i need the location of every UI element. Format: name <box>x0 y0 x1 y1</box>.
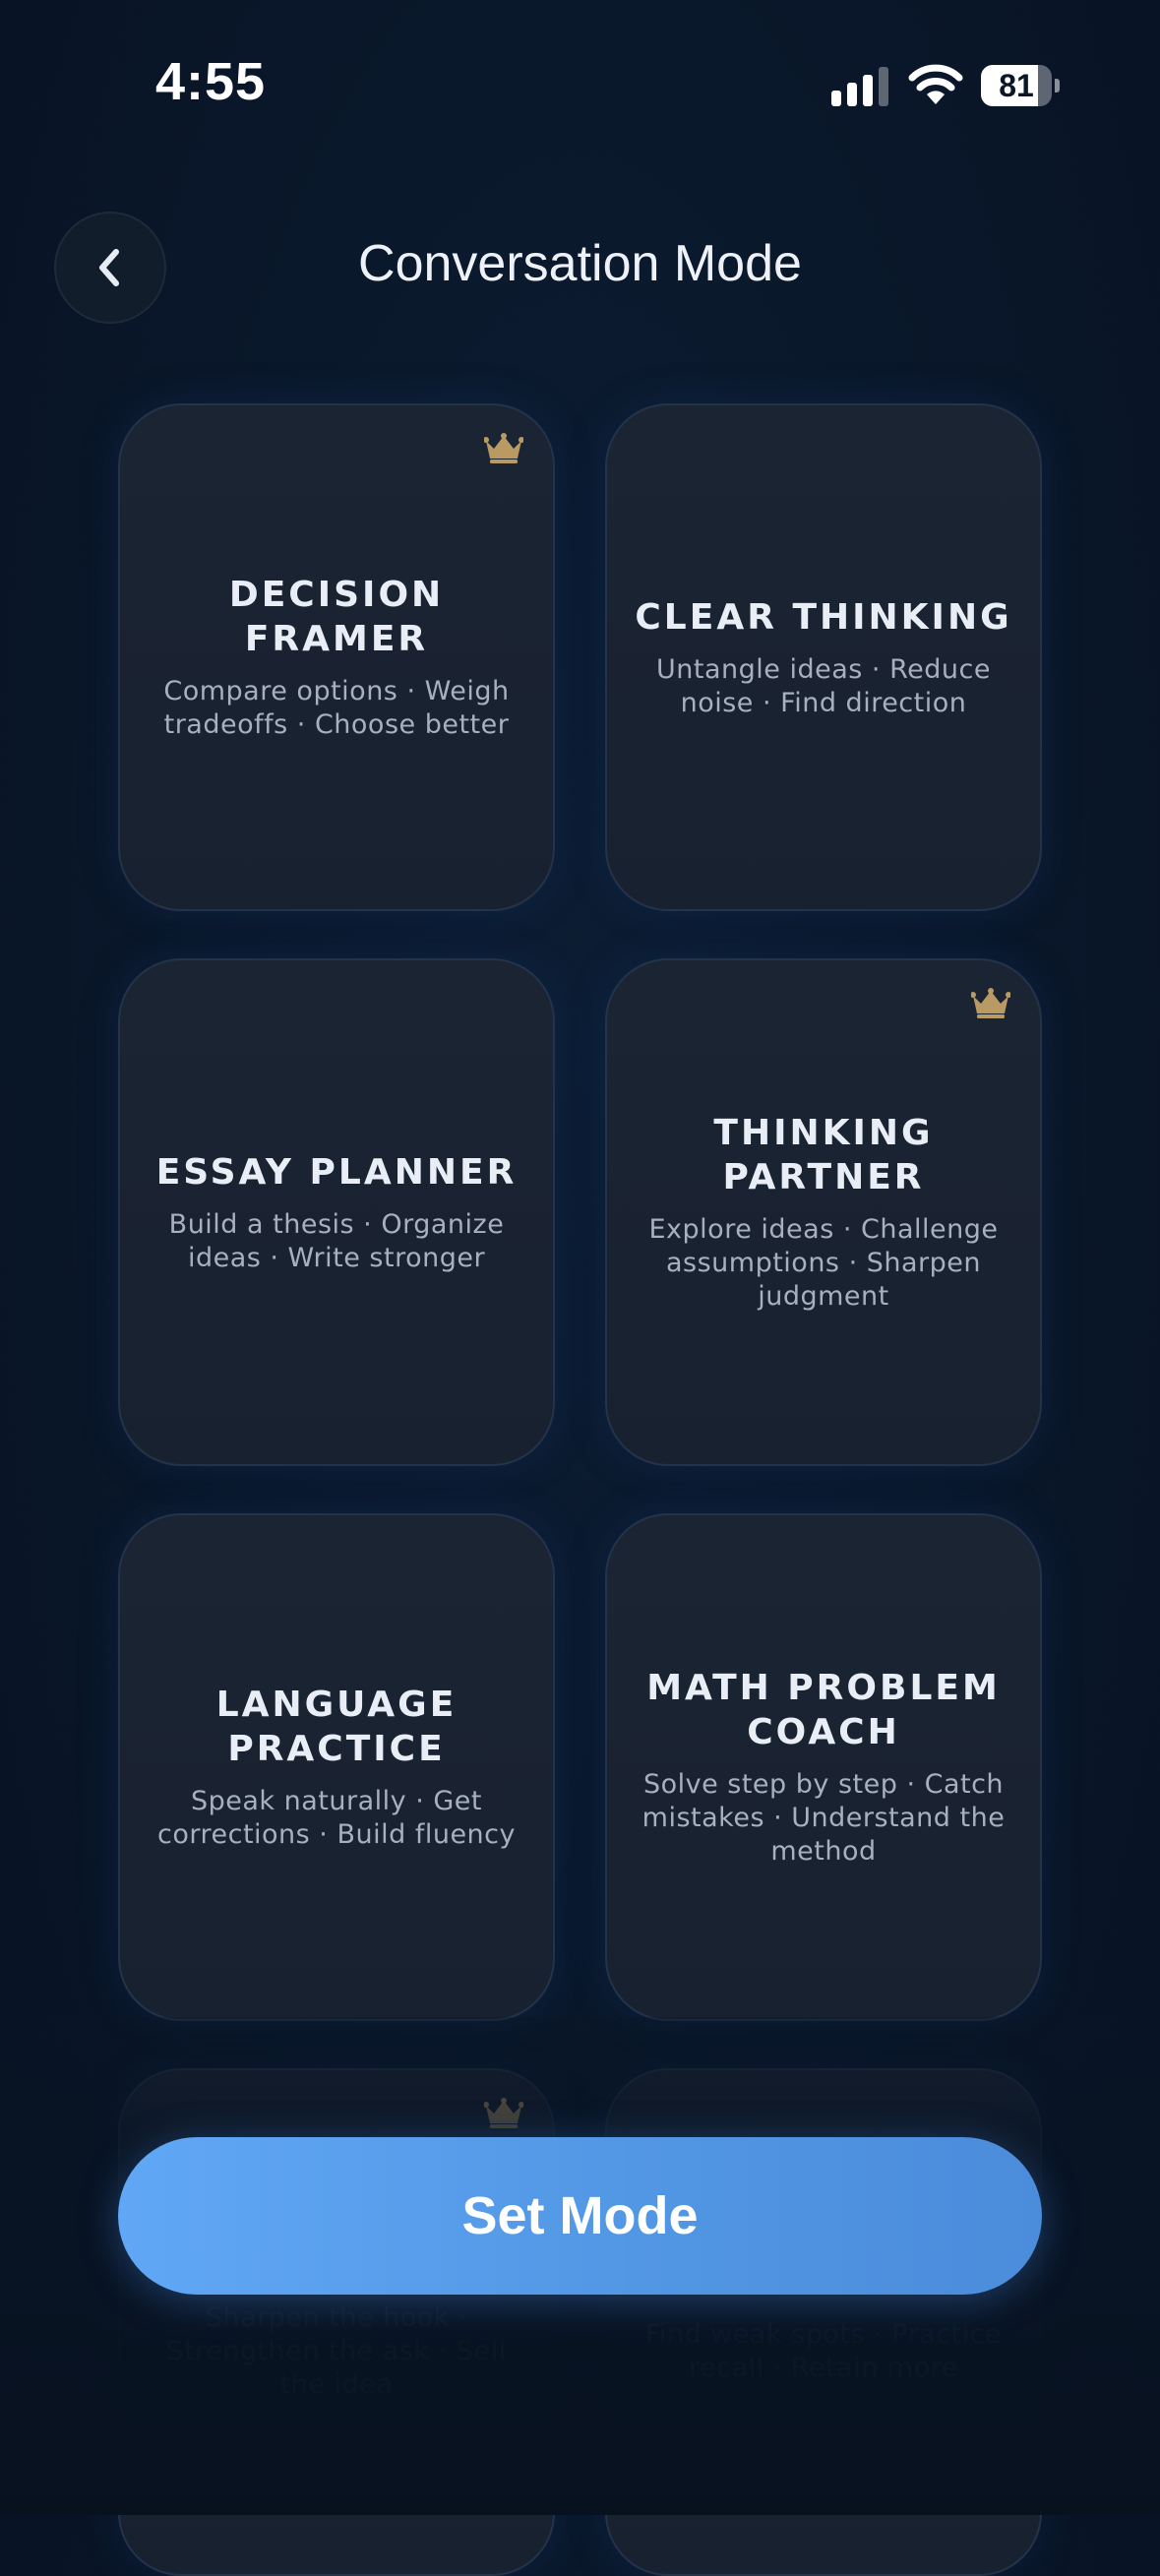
status-bar: 4:55 81 <box>0 0 1160 167</box>
crown-icon <box>483 2098 524 2129</box>
wifi-icon <box>908 64 963 104</box>
mode-title: CLEAR THINKING <box>635 596 1012 638</box>
mode-card[interactable]: ESSAY PLANNER Build a thesis · Organize i… <box>118 958 555 1466</box>
mode-card[interactable]: LANGUAGE PRACTICE Speak naturally · Get c… <box>118 1513 555 2021</box>
battery-percentage: 81 <box>999 68 1034 103</box>
set-mode-button[interactable]: Set Mode <box>118 2137 1042 2295</box>
mode-card[interactable]: CLEAR THINKING Untangle ideas · Reduce no… <box>605 403 1042 911</box>
mode-subtitle: Find weak spots · Practice recall · Reta… <box>644 2318 1003 2383</box>
mode-subtitle: Untangle ideas · Reduce noise · Find dir… <box>656 653 991 718</box>
status-time: 4:55 <box>155 52 267 111</box>
mode-title: DECISION FRAMER <box>228 575 445 659</box>
mode-card[interactable]: DECISION FRAMER Compare options · Weigh t… <box>118 403 555 911</box>
mode-subtitle: Solve step by step · Catch mistakes · Un… <box>641 1769 1006 1867</box>
mode-subtitle: Compare options · Weigh tradeoffs · Choo… <box>163 676 510 740</box>
page-title: Conversation Mode <box>358 235 802 292</box>
mode-subtitle: Sharpen the hook · Strengthen the ask · … <box>166 2301 507 2400</box>
crown-icon <box>970 988 1011 1019</box>
mode-card[interactable]: MATH PROBLEM COACH Solve step by step · C… <box>605 1513 1042 2021</box>
mode-subtitle: Explore ideas · Challenge assumptions · … <box>648 1214 999 1312</box>
mode-title: LANGUAGE PRACTICE <box>215 1685 458 1769</box>
mode-title: THINKING PARTNER <box>713 1113 934 1197</box>
mode-card[interactable]: THINKING PARTNER Explore ideas · Challeng… <box>605 958 1042 1466</box>
mode-subtitle: Build a thesis · Organize ideas · Write … <box>168 1208 505 1273</box>
cellular-signal-icon <box>831 67 888 106</box>
mode-title: ESSAY PLANNER <box>155 1151 518 1193</box>
mode-title: MATH PROBLEM COACH <box>646 1668 1001 1752</box>
battery-indicator: 81 <box>981 65 1060 106</box>
crown-icon <box>483 433 524 464</box>
mode-subtitle: Speak naturally · Get corrections · Buil… <box>156 1786 516 1850</box>
